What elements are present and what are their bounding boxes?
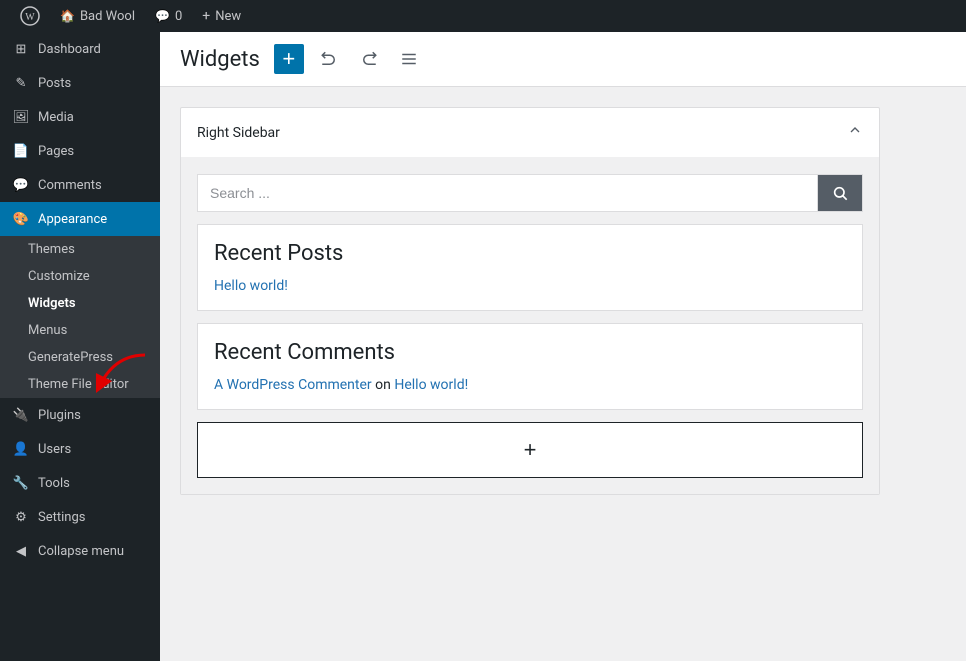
recent-posts-widget: Recent Posts Hello world! bbox=[197, 224, 863, 311]
comment-post-link[interactable]: Hello world! bbox=[394, 377, 468, 393]
sidebar-item-label: Posts bbox=[38, 76, 71, 91]
admin-bar: W 🏠 Bad Wool 💬 0 + New bbox=[0, 0, 966, 32]
tools-icon: 🔧 bbox=[12, 474, 30, 492]
main-layout: ⊞ Dashboard ✎ Posts 🖼 Media 📄 Pages 💬 Co… bbox=[0, 32, 966, 661]
on-label: on bbox=[375, 377, 394, 393]
posts-icon: ✎ bbox=[12, 74, 30, 92]
sidebar-item-label: Plugins bbox=[38, 408, 81, 423]
users-icon: 👤 bbox=[12, 440, 30, 458]
appearance-icon: 🎨 bbox=[12, 210, 30, 228]
sidebar-item-plugins[interactable]: 🔌 Plugins bbox=[0, 398, 160, 432]
add-widget-button[interactable]: + bbox=[274, 44, 304, 74]
new-button[interactable]: + New bbox=[192, 0, 251, 32]
sidebar-item-media[interactable]: 🖼 Media bbox=[0, 100, 160, 134]
sidebar-item-users[interactable]: 👤 Users bbox=[0, 432, 160, 466]
sidebar-sub-themes[interactable]: Themes bbox=[0, 236, 160, 263]
sidebar-sub-menus[interactable]: Menus bbox=[0, 317, 160, 344]
recent-posts-title: Recent Posts bbox=[214, 241, 846, 266]
customize-label: Customize bbox=[28, 269, 90, 284]
search-form bbox=[198, 175, 862, 211]
search-input[interactable] bbox=[198, 175, 818, 211]
appearance-label: Appearance bbox=[38, 212, 107, 227]
list-view-button[interactable] bbox=[394, 44, 424, 74]
sidebar-sub-customize[interactable]: Customize bbox=[0, 263, 160, 290]
main-content: Widgets + bbox=[160, 32, 966, 661]
sidebar-sub-widgets[interactable]: Widgets bbox=[0, 290, 160, 317]
add-block-button[interactable]: + bbox=[197, 422, 863, 478]
sidebar-item-posts[interactable]: ✎ Posts bbox=[0, 66, 160, 100]
recent-comments-content: A WordPress Commenter on Hello world! bbox=[214, 377, 846, 393]
content-area: Right Sidebar bbox=[160, 87, 966, 515]
widget-panel: Right Sidebar bbox=[180, 107, 880, 495]
theme-file-editor-label: Theme File Editor bbox=[28, 377, 129, 392]
sidebar-item-label: Pages bbox=[38, 144, 74, 159]
widgets-toolbar: Widgets + bbox=[160, 32, 966, 87]
comments-count: 0 bbox=[175, 9, 182, 24]
sidebar-sub-generatepress[interactable]: GeneratePress bbox=[0, 344, 160, 371]
collapse-icon: ◀ bbox=[12, 542, 30, 560]
commenter-link[interactable]: A WordPress Commenter bbox=[214, 377, 372, 393]
sidebar-item-label: Tools bbox=[38, 476, 70, 491]
themes-label: Themes bbox=[28, 242, 75, 257]
sidebar-item-appearance[interactable]: 🎨 Appearance bbox=[0, 202, 160, 236]
recent-post-link-0[interactable]: Hello world! bbox=[214, 278, 288, 294]
dashboard-icon: ⊞ bbox=[12, 40, 30, 58]
plugins-icon: 🔌 bbox=[12, 406, 30, 424]
recent-comments-widget: Recent Comments A WordPress Commenter on… bbox=[197, 323, 863, 410]
recent-comments-title: Recent Comments bbox=[214, 340, 846, 365]
menus-label: Menus bbox=[28, 323, 67, 338]
collapse-panel-button[interactable] bbox=[847, 122, 863, 143]
undo-button[interactable] bbox=[314, 44, 344, 74]
sidebar-item-label: Media bbox=[38, 110, 74, 125]
new-label: New bbox=[215, 9, 241, 24]
comments-button[interactable]: 💬 0 bbox=[145, 0, 192, 32]
widget-content: Recent Posts Hello world! Recent Comment… bbox=[181, 158, 879, 494]
widgets-label: Widgets bbox=[28, 296, 76, 311]
site-name-button[interactable]: 🏠 Bad Wool bbox=[50, 0, 145, 32]
generatepress-label: GeneratePress bbox=[28, 350, 113, 365]
settings-icon: ⚙ bbox=[12, 508, 30, 526]
sidebar-item-collapse[interactable]: ◀ Collapse menu bbox=[0, 534, 160, 568]
sidebar-item-label: Comments bbox=[38, 178, 102, 193]
sidebar-item-label: Collapse menu bbox=[38, 544, 124, 559]
sidebar-item-label: Users bbox=[38, 442, 71, 457]
sidebar-item-settings[interactable]: ⚙ Settings bbox=[0, 500, 160, 534]
redo-button[interactable] bbox=[354, 44, 384, 74]
widget-panel-header: Right Sidebar bbox=[181, 108, 879, 158]
sidebar-sub-theme-file-editor[interactable]: Theme File Editor bbox=[0, 371, 160, 398]
media-icon: 🖼 bbox=[12, 108, 30, 126]
svg-text:W: W bbox=[25, 12, 35, 23]
comments-icon: 💬 bbox=[12, 176, 30, 194]
appearance-section: 🎨 Appearance Themes Customize Widgets Me… bbox=[0, 202, 160, 398]
pages-icon: 📄 bbox=[12, 142, 30, 160]
sidebar-item-label: Settings bbox=[38, 510, 85, 525]
wp-logo-button[interactable]: W bbox=[10, 0, 50, 32]
sidebar-item-tools[interactable]: 🔧 Tools bbox=[0, 466, 160, 500]
sidebar-item-dashboard[interactable]: ⊞ Dashboard bbox=[0, 32, 160, 66]
site-name-label: Bad Wool bbox=[80, 9, 135, 24]
search-widget bbox=[197, 174, 863, 212]
page-title: Widgets bbox=[180, 47, 260, 72]
sidebar-panel-title: Right Sidebar bbox=[197, 125, 280, 141]
search-button[interactable] bbox=[818, 175, 862, 211]
sidebar-item-label: Dashboard bbox=[38, 42, 101, 57]
sidebar-item-comments[interactable]: 💬 Comments bbox=[0, 168, 160, 202]
sidebar-item-pages[interactable]: 📄 Pages bbox=[0, 134, 160, 168]
sidebar: ⊞ Dashboard ✎ Posts 🖼 Media 📄 Pages 💬 Co… bbox=[0, 32, 160, 661]
